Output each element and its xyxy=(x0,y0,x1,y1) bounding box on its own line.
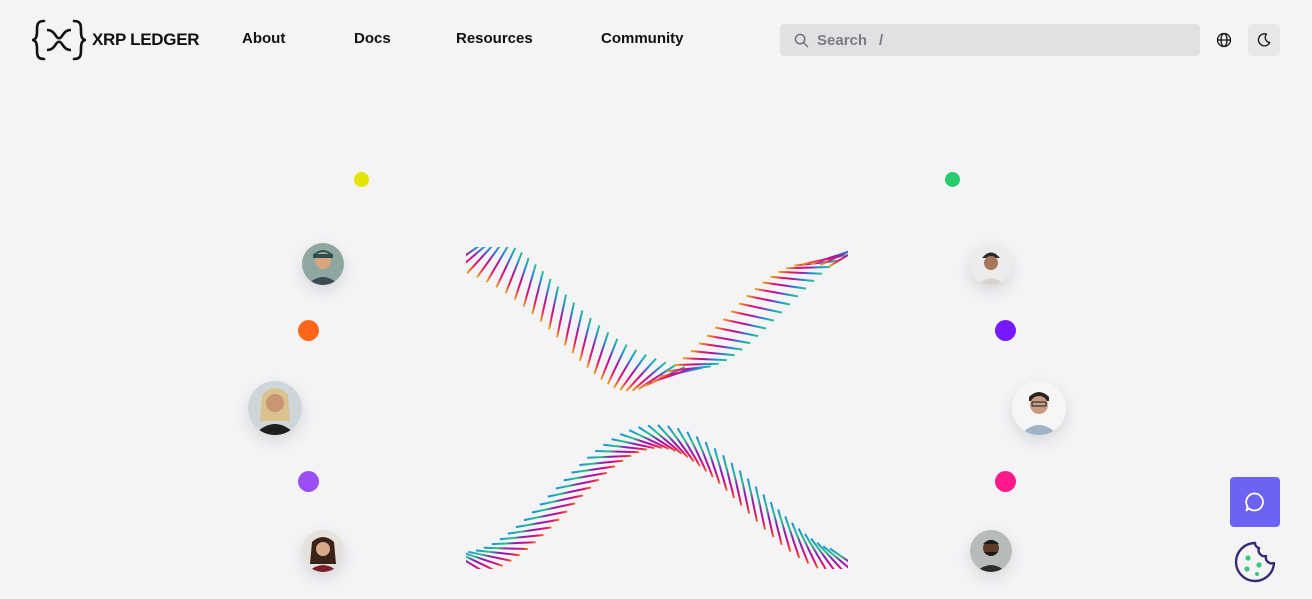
x-stripe xyxy=(499,534,544,541)
cookie-settings-button[interactable] xyxy=(1233,540,1277,584)
nav-resources[interactable]: Resources xyxy=(456,30,533,47)
dot-yellow xyxy=(354,172,369,187)
x-stripe xyxy=(539,278,552,322)
x-stripe xyxy=(690,350,735,357)
x-stripe xyxy=(485,247,509,283)
x-stripe xyxy=(762,281,807,290)
search-shortcut-hint: / xyxy=(879,31,884,49)
x-stripe xyxy=(706,334,751,345)
search-input[interactable]: Search / xyxy=(780,24,1200,56)
x-stripe xyxy=(738,302,783,314)
dot-green xyxy=(945,172,960,187)
community-avatar xyxy=(302,243,344,285)
x-stripe xyxy=(483,546,528,550)
dot-violet xyxy=(995,320,1016,341)
x-stripe xyxy=(762,494,775,538)
chat-button[interactable] xyxy=(1230,477,1280,527)
chat-bubble-icon xyxy=(1245,492,1264,512)
nav-docs[interactable]: Docs xyxy=(354,30,391,47)
logo-wordmark: XRP LEDGER xyxy=(92,30,200,49)
x-stripe xyxy=(746,294,791,306)
xrp-ledger-logo[interactable]: XRP LEDGER xyxy=(32,18,200,62)
dot-pink xyxy=(995,471,1016,492)
x-stripe xyxy=(507,526,552,535)
x-stripe xyxy=(713,448,728,491)
search-placeholder: Search xyxy=(817,31,868,49)
x-stripe xyxy=(698,342,743,351)
x-stripe xyxy=(682,357,727,362)
x-stripe xyxy=(595,450,640,454)
x-top-arc xyxy=(466,247,848,392)
x-stripe xyxy=(657,424,689,458)
x-stripe xyxy=(667,425,695,462)
x-stripe xyxy=(606,344,628,385)
language-button[interactable] xyxy=(1208,24,1240,56)
globe-icon xyxy=(1216,32,1232,48)
nav-about[interactable]: About xyxy=(242,30,285,47)
x-stripe xyxy=(730,310,775,322)
x-stripe xyxy=(531,502,576,514)
x-stripe xyxy=(778,270,823,275)
x-stripe xyxy=(674,362,719,366)
x-stripe xyxy=(738,470,751,514)
x-stripe xyxy=(563,302,576,346)
x-stripe xyxy=(571,310,584,354)
community-avatar xyxy=(302,530,344,572)
xrp-x-graphic xyxy=(466,247,848,569)
x-stripe xyxy=(777,509,792,552)
community-avatar xyxy=(1012,381,1066,435)
x-stripe xyxy=(495,247,517,288)
x-stripe xyxy=(578,317,592,361)
x-stripe xyxy=(555,294,568,338)
nav-community[interactable]: Community xyxy=(601,30,684,47)
x-stripe xyxy=(722,318,767,330)
x-stripe xyxy=(547,486,592,498)
dot-purple xyxy=(298,471,319,492)
x-stripe xyxy=(722,455,736,499)
x-stripe xyxy=(770,275,815,282)
x-stripe xyxy=(531,271,545,315)
x-stripe xyxy=(491,541,536,546)
x-stripe xyxy=(571,465,616,474)
community-avatar xyxy=(248,381,302,435)
site-header: XRP LEDGER About Docs Resources Communit… xyxy=(0,0,1312,80)
x-stripe xyxy=(539,494,584,506)
moon-icon xyxy=(1257,33,1271,47)
x-stripe xyxy=(587,454,632,459)
x-stripe xyxy=(754,287,799,298)
x-stripe xyxy=(547,286,560,330)
search-icon xyxy=(794,33,809,47)
x-stripe xyxy=(523,510,568,522)
theme-toggle-button[interactable] xyxy=(1248,24,1280,56)
x-stripe xyxy=(754,486,767,530)
x-stripe xyxy=(714,326,759,338)
community-avatar xyxy=(970,243,1012,285)
community-avatar xyxy=(970,530,1012,572)
x-stripe xyxy=(515,518,560,529)
x-stripe xyxy=(555,478,600,490)
x-stripe xyxy=(816,542,843,569)
xrp-logo-icon xyxy=(32,19,86,61)
x-stripe xyxy=(579,459,624,466)
x-stripe xyxy=(769,501,783,545)
cookie-icon xyxy=(1234,541,1276,583)
x-stripe xyxy=(786,266,831,270)
x-stripe xyxy=(730,462,743,506)
dot-orange xyxy=(298,320,319,341)
x-bottom-arc xyxy=(466,424,848,569)
x-stripe xyxy=(746,478,759,522)
x-stripe xyxy=(563,471,608,482)
